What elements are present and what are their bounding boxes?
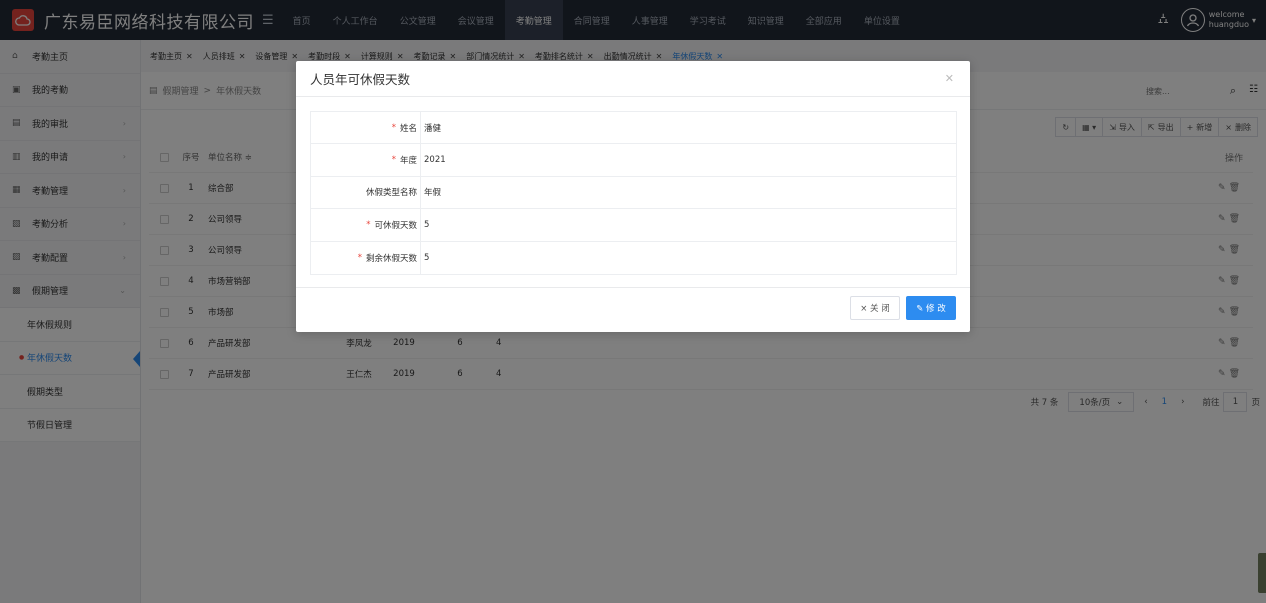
field-value-year: 2021	[424, 155, 446, 166]
field-value-name: 潘健	[424, 123, 442, 134]
form-row-year: * 年度 2021	[311, 144, 956, 177]
field-label: * 可休假天数	[311, 209, 421, 241]
field-label: * 年度	[311, 144, 421, 176]
edit-button[interactable]: ✎ 修 改	[906, 296, 956, 320]
close-icon[interactable]: ✕	[945, 72, 954, 85]
required-mark: *	[391, 155, 396, 166]
close-button[interactable]: × 关 闭	[850, 296, 900, 320]
required-mark: *	[357, 252, 362, 263]
field-value-remaining-days: 5	[424, 252, 430, 263]
required-mark: *	[366, 219, 371, 230]
label-text: 剩余休假天数	[365, 253, 417, 264]
modal-footer: × 关 闭 ✎ 修 改	[296, 287, 970, 332]
form-row-leave-type: 休假类型名称 年假	[311, 176, 956, 210]
modal-header: 人员年可休假天数 ✕	[296, 61, 970, 97]
required-mark: *	[391, 122, 396, 133]
field-label: * 姓名	[311, 112, 421, 144]
side-widget-handle[interactable]	[1258, 553, 1266, 593]
form-row-remaining-days: * 剩余休假天数 5	[311, 241, 956, 274]
label-text: 休假类型名称	[365, 188, 417, 199]
label-text: 年度	[399, 156, 417, 167]
label-text: 可休假天数	[374, 220, 417, 231]
form-row-available-days: * 可休假天数 5	[311, 209, 956, 242]
form-row-name: * 姓名 潘健	[311, 112, 956, 145]
detail-form: * 姓名 潘健 * 年度 2021 休假类型名称 年假 * 可休假天数 5 * 剩余休假…	[310, 111, 957, 275]
field-value-available-days: 5	[424, 219, 430, 230]
annual-leave-modal: 人员年可休假天数 ✕ * 姓名 潘健 * 年度 2021 休假类型名称 年假 * 可休…	[296, 61, 970, 332]
modal-title: 人员年可休假天数	[310, 72, 411, 87]
field-label: 休假类型名称	[311, 176, 421, 209]
label-text: 姓名	[399, 123, 417, 134]
field-value-leave-type: 年假	[424, 188, 442, 199]
field-label: * 剩余休假天数	[311, 241, 421, 274]
